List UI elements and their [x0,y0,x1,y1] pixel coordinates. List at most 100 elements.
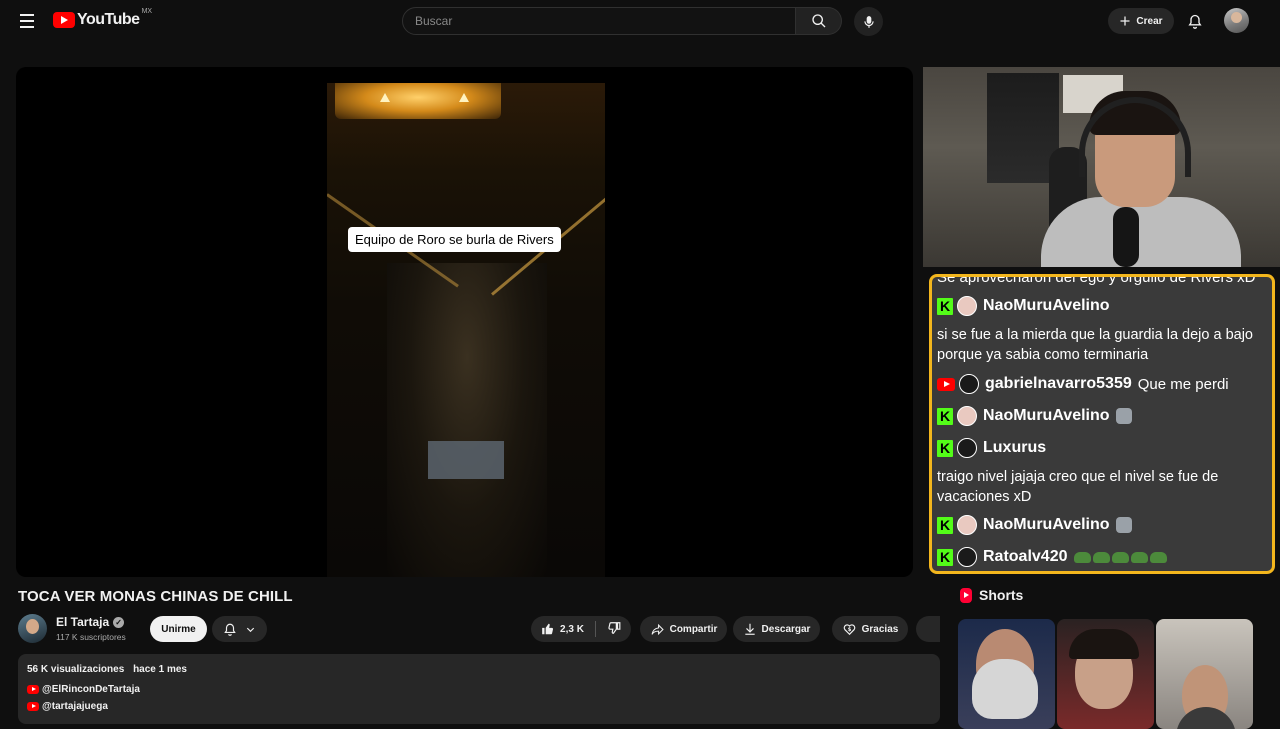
channel-name[interactable]: El Tartaja ✓ [56,615,125,629]
youtube-icon [937,377,955,391]
channel-link-text[interactable]: @tartajajuega [42,701,108,712]
chat-username: NaoMuruAvelino [983,297,1110,314]
logo-region: MX [141,8,153,15]
shorts-title: Shorts [979,587,1024,603]
chat-message: K NaoMuruAvelino [937,515,1132,535]
kick-icon: K [937,516,953,534]
chat-message: K Ratoalv420 [937,547,1169,567]
share-label: Compartir [669,623,718,635]
search-bar [402,7,842,35]
search-input[interactable] [402,7,796,35]
subscription-bell-button[interactable] [212,616,267,642]
menu-icon[interactable] [16,10,38,32]
fish-emote-icon [1130,551,1148,563]
view-count: 56 K visualizaciones [27,664,125,675]
video-frame [327,83,605,577]
logo-text: YouTube [77,11,140,28]
shorts-header: Shorts [960,587,1023,603]
voice-search-button[interactable] [854,7,883,36]
blur-box [428,441,504,479]
chat-message-text: Que me perdi [1137,375,1229,393]
plus-icon [1120,16,1130,26]
user-avatar [957,296,977,316]
chat-username: Ratoalv420 [983,548,1068,565]
channel-avatar[interactable] [18,614,47,643]
account-avatar[interactable] [1224,8,1249,33]
chat-message: K NaoMuruAvelino [937,296,1116,316]
share-icon [651,623,664,635]
thanks-label: Gracias [861,623,899,635]
download-button[interactable]: Descargar [733,616,820,642]
chat-message: gabrielnavarro5359 Que me perdi [937,374,1229,394]
fish-emote-icon [1092,551,1110,563]
chat-partial-line: Se aprovecharon del ego y orgullo de Riv… [937,274,1256,286]
youtube-logo[interactable]: YouTube MX [53,8,153,29]
search-icon [811,14,825,28]
search-button[interactable] [796,7,842,35]
verified-icon: ✓ [113,616,125,628]
youtube-icon [27,685,39,694]
microphone-icon [1113,207,1139,267]
cat-emote-icon [1115,408,1132,424]
fish-emote-icon [1111,551,1129,563]
like-button[interactable]: 2,3 K [541,622,584,636]
download-label: Descargar [761,623,811,635]
description-link[interactable]: @tartajajuega [27,701,108,712]
bus-ceiling-light [335,83,501,119]
upload-date: hace 1 mes [133,664,187,675]
subscriber-count: 117 K suscriptores [56,632,126,642]
user-avatar [957,406,977,426]
video-caption: Equipo de Roro se burla de Rivers [348,227,561,252]
share-button[interactable]: Compartir [640,616,727,642]
heart-dollar-icon: $ [843,624,855,636]
channel-name-text[interactable]: El Tartaja [56,615,109,629]
chat-message: K NaoMuruAvelino [937,406,1132,426]
join-button[interactable]: Unirme [150,616,207,642]
chat-username: NaoMuruAvelino [983,516,1110,533]
like-dislike-group: 2,3 K [531,616,631,642]
like-count: 2,3 K [560,623,584,635]
chat-username: Luxurus [983,439,1047,456]
create-button[interactable]: Crear [1108,8,1174,34]
user-avatar [957,438,977,458]
webcam-feed [923,67,1280,267]
youtube-play-icon [53,12,75,28]
microphone-icon [863,15,874,28]
short-thumbnail[interactable] [1057,619,1154,729]
create-label: Crear [1136,15,1163,27]
shorts-icon [960,587,972,603]
description-link[interactable]: @ElRinconDeTartaja [27,684,140,695]
video-title: TOCA VER MONAS CHINAS DE CHILL [18,588,293,605]
dislike-button[interactable] [607,621,621,638]
user-avatar [957,547,977,567]
video-player[interactable]: Equipo de Roro se burla de Rivers [16,67,913,577]
user-avatar [957,515,977,535]
thanks-button[interactable]: $ Gracias [832,616,908,642]
description-box[interactable]: 56 K visualizaciones hace 1 mes @ElRinco… [18,654,940,724]
notifications-button[interactable] [1184,10,1206,32]
short-thumbnail[interactable] [1156,619,1253,729]
chat-message-text: traigo nivel jajaja creo que el nivel se… [937,469,1219,505]
fish-emote-icon [1149,551,1167,563]
user-avatar [959,374,979,394]
chat-overlay: Se aprovecharon del ego y orgullo de Riv… [929,274,1275,574]
short-thumbnail[interactable] [958,619,1055,729]
kick-icon: K [937,548,953,566]
chat-message-text: si se fue a la mierda que la guardia la … [937,327,1253,363]
youtube-icon [27,702,39,711]
chevron-down-icon [246,627,255,632]
chat-message: K Luxurus [937,438,1052,458]
thumbs-down-icon [608,621,621,634]
fish-emote-icon [1073,551,1091,563]
kick-icon: K [937,439,953,457]
bell-icon [1188,14,1202,29]
svg-text:$: $ [847,627,851,633]
video-meta: 56 K visualizaciones hace 1 mes [27,664,187,675]
bell-icon [224,623,236,636]
bus-aisle [387,263,547,577]
channel-link-text[interactable]: @ElRinconDeTartaja [42,684,140,695]
more-actions-button[interactable] [916,616,940,642]
kick-icon: K [937,407,953,425]
chat-username: NaoMuruAvelino [983,407,1110,424]
kick-icon: K [937,297,953,315]
